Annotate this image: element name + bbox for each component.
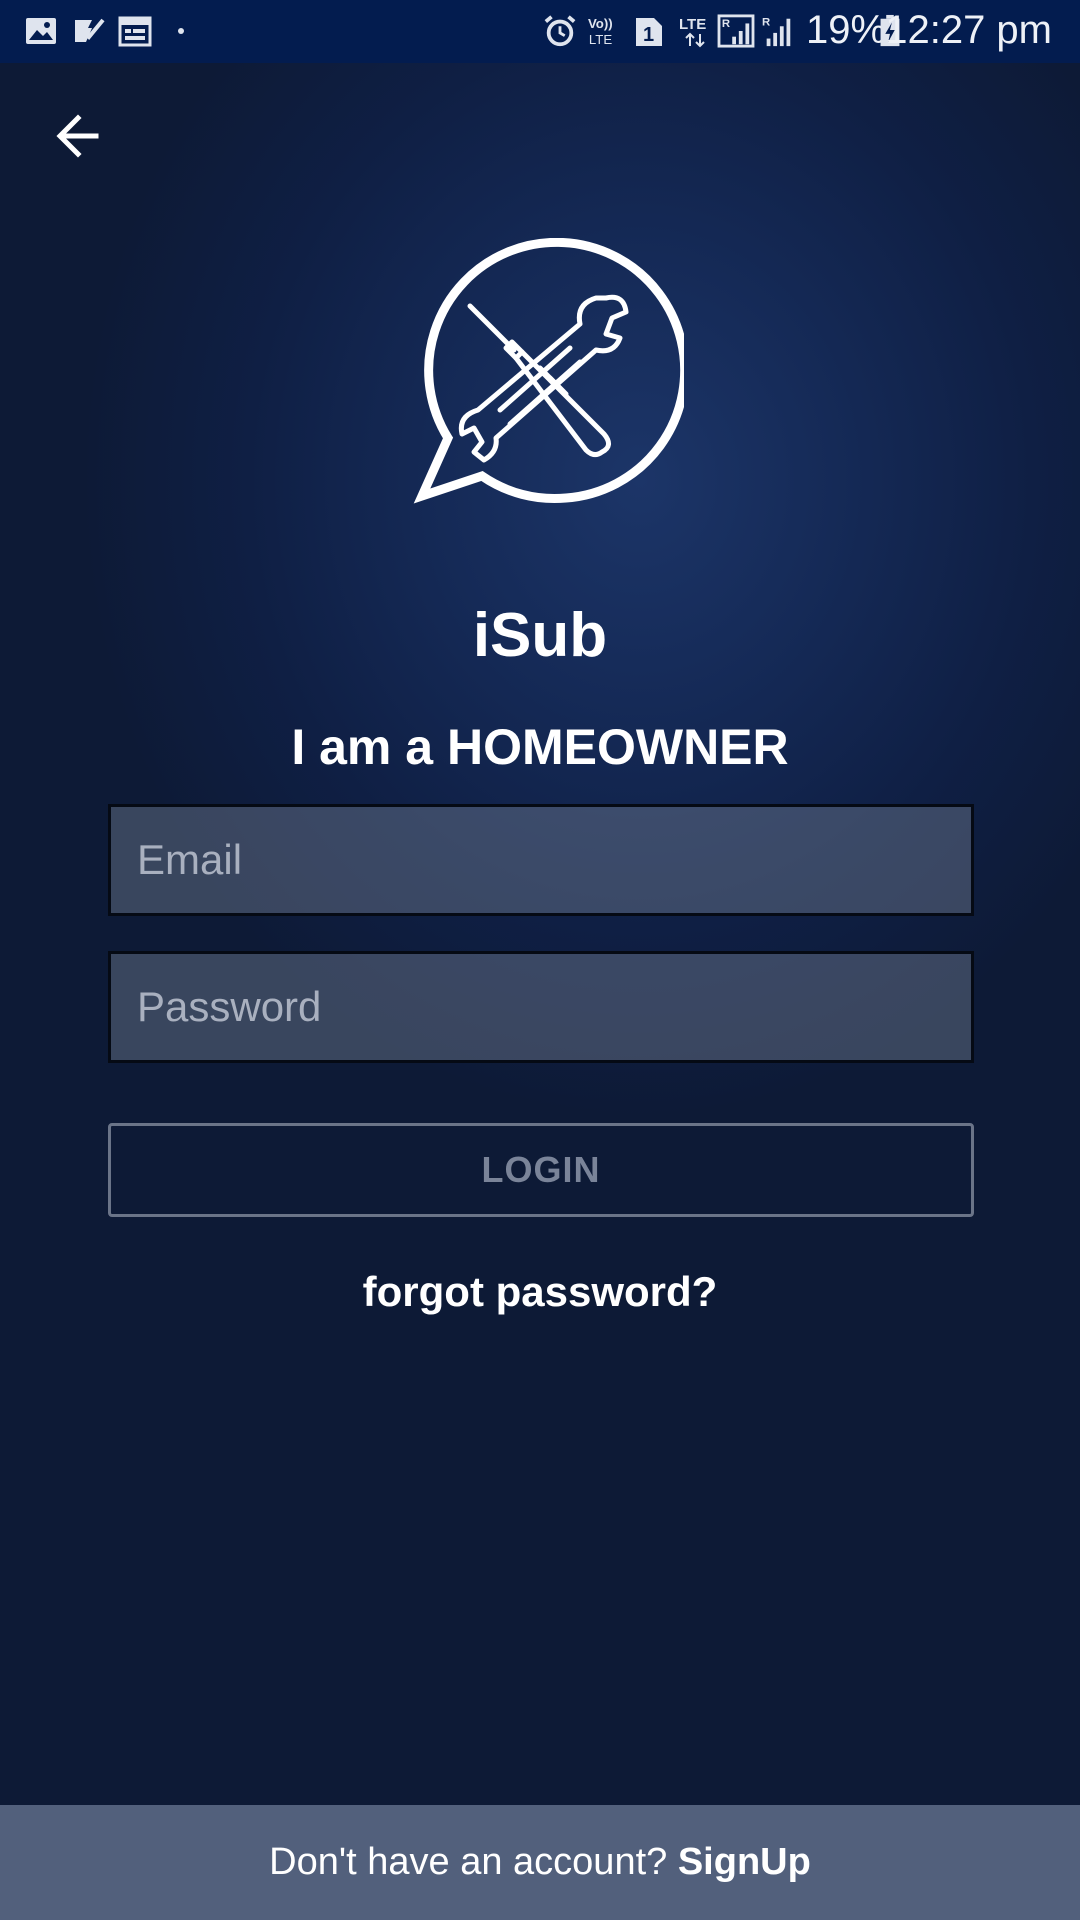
password-field-container <box>108 951 974 1063</box>
email-field[interactable] <box>137 807 971 913</box>
alarm-icon <box>544 15 576 47</box>
volte-icon: Vo)) LTE <box>588 16 613 47</box>
task-check-icon <box>75 18 105 42</box>
calendar-icon <box>118 16 152 47</box>
lte-data-icon: LTE <box>679 16 706 48</box>
role-title: I am a HOMEOWNER <box>291 719 789 775</box>
signup-bar: Don't have an account? SignUp <box>0 1805 1080 1920</box>
dot-icon <box>178 28 184 34</box>
back-button[interactable] <box>52 108 116 164</box>
signup-link[interactable]: SignUp <box>678 1841 811 1883</box>
battery-percent: 19% <box>806 8 887 52</box>
sim-1-icon: 1 <box>636 18 662 46</box>
signup-prompt: Don't have an account? <box>269 1841 678 1883</box>
svg-text:1: 1 <box>643 24 654 46</box>
password-field[interactable] <box>137 954 971 1060</box>
forgot-password-link[interactable]: forgot password? <box>0 1268 1080 1316</box>
signal-roaming-icon: R <box>717 14 755 48</box>
app-title: iSub <box>472 601 608 670</box>
svg-text:R: R <box>722 18 730 30</box>
svg-text:Vo)): Vo)) <box>588 16 613 31</box>
arrow-left-icon <box>56 114 99 158</box>
signal-icon: R <box>762 16 791 47</box>
login-screen: Vo)) LTE 1 LTE R R 19% 12:27 pm iSub I a… <box>0 0 1080 1920</box>
login-button[interactable]: LOGIN <box>108 1123 974 1217</box>
svg-text:LTE: LTE <box>589 32 612 47</box>
email-field-container <box>108 804 974 916</box>
svg-text:R: R <box>762 16 770 28</box>
status-bar: Vo)) LTE 1 LTE R R 19% 12:27 pm <box>0 0 1080 63</box>
svg-text:LTE: LTE <box>679 16 706 33</box>
clock-time: 12:27 pm <box>885 8 1052 52</box>
image-icon <box>26 18 56 44</box>
tools-chat-bubble-icon <box>413 238 684 504</box>
